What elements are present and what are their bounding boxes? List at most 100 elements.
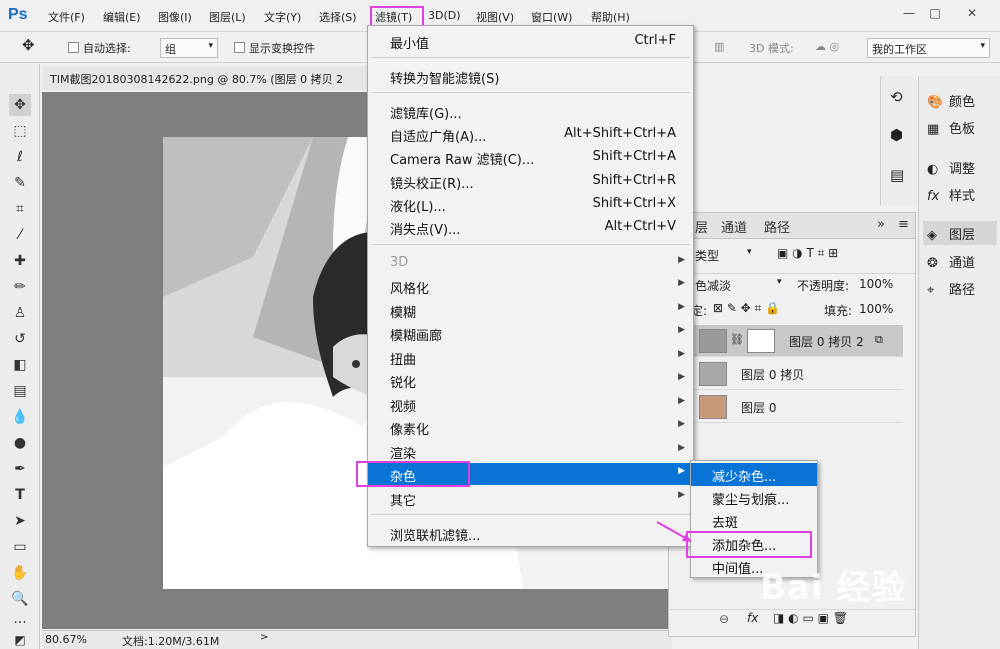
menu-item-stylize[interactable]: 风格化 ▶	[368, 275, 693, 297]
menu-item-filter-gallery[interactable]: 滤镜库(G)...	[368, 100, 693, 122]
gradient-tool-icon[interactable]: ▤	[9, 380, 31, 402]
auto-select-option[interactable]: 自动选择:	[68, 40, 131, 56]
tab-channels[interactable]: 通道	[721, 217, 747, 236]
auto-select-dropdown[interactable]: 组 ▾	[160, 38, 218, 58]
auto-select-checkbox[interactable]	[68, 42, 79, 53]
menu-image[interactable]: 图像(I)	[158, 9, 192, 25]
menu-item-browse-online[interactable]: 浏览联机滤镜...	[368, 522, 693, 544]
3d-cube-icon[interactable]: ⬢	[890, 126, 903, 144]
menu-layer[interactable]: 图层(L)	[209, 9, 246, 25]
menu-item-sharpen[interactable]: 锐化 ▶	[368, 369, 693, 391]
menu-item-blur[interactable]: 模糊 ▶	[368, 299, 693, 321]
pen-tool-icon[interactable]: ✒	[9, 458, 31, 480]
layer-row[interactable]: 图层 0	[669, 391, 903, 423]
quick-select-tool-icon[interactable]: ✎	[9, 172, 31, 194]
history-icon[interactable]: ⟲	[890, 88, 903, 106]
rectangle-tool-icon[interactable]: ▭	[9, 536, 31, 558]
close-button[interactable]: ✕	[958, 3, 986, 23]
menu-item-blur-gallery[interactable]: 模糊画廊 ▶	[368, 322, 693, 344]
menu-view[interactable]: 视图(V)	[476, 9, 514, 25]
menu-item-adaptive-wide[interactable]: 自适应广角(A)... Alt+Shift+Ctrl+A	[368, 123, 693, 145]
menu-item-minimum[interactable]: 最小值 Ctrl+F	[368, 30, 693, 52]
menu-help[interactable]: 帮助(H)	[591, 9, 630, 25]
menu-item-video[interactable]: 视频 ▶	[368, 393, 693, 415]
menu-item-despeckle[interactable]: 去斑	[691, 509, 817, 532]
panel-color[interactable]: 🎨 颜色	[923, 88, 997, 112]
tab-layers[interactable]: 层	[695, 217, 708, 236]
lasso-tool-icon[interactable]: ℓ	[9, 146, 31, 168]
path-select-icon[interactable]: ➤	[9, 510, 31, 532]
menu-item-render[interactable]: 渲染 ▶	[368, 440, 693, 462]
marquee-tool-icon[interactable]: ⬚	[9, 120, 31, 142]
filter-icons[interactable]: ▣ ◑ T ⌗ ⊞	[777, 246, 838, 261]
menu-item-distort[interactable]: 扭曲 ▶	[368, 346, 693, 368]
panel-channels[interactable]: ❂ 通道	[923, 249, 997, 273]
link-layers-icon[interactable]: ⊖	[719, 612, 729, 626]
menu-file[interactable]: 文件(F)	[48, 9, 85, 25]
healing-brush-icon[interactable]: ✚	[9, 250, 31, 272]
hand-tool-icon[interactable]: ✋	[9, 562, 31, 584]
zoom-tool-icon[interactable]: 🔍	[9, 588, 31, 610]
layer-name[interactable]: 图层 0 拷贝 2	[789, 333, 864, 350]
menu-item-pixelate[interactable]: 像素化 ▶	[368, 416, 693, 438]
menu-window[interactable]: 窗口(W)	[531, 9, 572, 25]
type-tool-icon[interactable]: T	[9, 484, 31, 506]
brush-tool-icon[interactable]: ✏	[9, 276, 31, 298]
layer-row[interactable]: 图层 0 拷贝	[669, 358, 903, 390]
tab-paths[interactable]: 路径	[764, 217, 790, 236]
fx-icon[interactable]: fx	[747, 611, 758, 625]
panel-paths[interactable]: ⌖ 路径	[923, 276, 997, 300]
layer-name[interactable]: 图层 0 拷贝	[741, 366, 804, 383]
panel-layers[interactable]: ◈ 图层	[923, 221, 997, 245]
status-arrow-icon[interactable]: >	[260, 632, 268, 643]
document-tab[interactable]: TIM截图20180308142622.png @ 80.7% (图层 0 拷贝…	[42, 66, 372, 90]
menu-item-dust-scratches[interactable]: 蒙尘与划痕...	[691, 486, 817, 509]
history-brush-icon[interactable]: ↺	[9, 328, 31, 350]
menu-edit[interactable]: 编辑(E)	[103, 9, 141, 25]
layer-name[interactable]: 图层 0	[741, 399, 776, 416]
footer-icons[interactable]: ◨ ◐ ▭ ▣ 🗑	[773, 611, 848, 625]
opacity-value[interactable]: 100%	[859, 277, 893, 291]
collapse-icon[interactable]: »	[877, 217, 885, 232]
menu-item-liquify[interactable]: 液化(L)... Shift+Ctrl+X	[368, 193, 693, 215]
menu-item-vanishing-point[interactable]: 消失点(V)... Alt+Ctrl+V	[368, 216, 693, 238]
menu-select[interactable]: 选择(S)	[319, 9, 357, 25]
menu-item-reduce-noise[interactable]: 减少杂色...	[691, 463, 817, 486]
maximize-button[interactable]: □	[921, 3, 949, 23]
3d-orbit-icon[interactable]: ☁ ◎	[815, 40, 839, 53]
panel-styles[interactable]: fx 样式	[923, 182, 997, 206]
color-swatch-icon[interactable]: ◩	[9, 629, 31, 649]
fill-value[interactable]: 100%	[859, 302, 893, 316]
zoom-level[interactable]: 80.67%	[45, 633, 87, 646]
menu-type[interactable]: 文字(Y)	[264, 9, 301, 25]
menu-item-convert-smart[interactable]: 转换为智能滤镜(S)	[368, 65, 693, 87]
menu-item-camera-raw[interactable]: Camera Raw 滤镜(C)... Shift+Ctrl+A	[368, 146, 693, 168]
panel-swatches[interactable]: ▦ 色板	[923, 115, 997, 139]
eraser-tool-icon[interactable]: ◧	[9, 354, 31, 376]
properties-icon[interactable]: ▤	[890, 166, 904, 184]
move-tool-icon[interactable]: ✥	[22, 36, 35, 54]
dodge-tool-icon[interactable]: ●	[9, 432, 31, 454]
chevron-down-icon[interactable]: ▾	[777, 277, 782, 287]
panel-adjustments[interactable]: ◐ 调整	[923, 155, 997, 179]
minimize-button[interactable]: —	[895, 3, 923, 23]
chevron-down-icon[interactable]: ▾	[747, 247, 752, 257]
show-transform-checkbox[interactable]	[234, 42, 245, 53]
align-icons[interactable]: ▥	[714, 40, 724, 53]
lock-icons[interactable]: ⊠ ✎ ✥ ⌗ 🔒	[713, 301, 780, 316]
filter-kind[interactable]: 类型	[695, 247, 719, 264]
crop-tool-icon[interactable]: ⌗	[9, 198, 31, 220]
blur-tool-icon[interactable]: 💧	[9, 406, 31, 428]
eyedropper-tool-icon[interactable]: ⁄	[9, 224, 31, 246]
blend-mode[interactable]: 色减淡	[695, 277, 731, 294]
menu-item-other[interactable]: 其它 ▶	[368, 487, 693, 509]
menu-3d[interactable]: 3D(D)	[428, 9, 461, 22]
move-tool-icon[interactable]: ✥	[9, 94, 31, 116]
stamp-tool-icon[interactable]: ♙	[9, 302, 31, 324]
layer-row[interactable]: ⛓ 图层 0 拷贝 2 ⧉	[669, 325, 903, 357]
workspace-dropdown[interactable]: 我的工作区 ▾	[867, 38, 990, 58]
panel-menu-icon[interactable]: ≡	[898, 217, 909, 232]
menu-item-lens-correction[interactable]: 镜头校正(R)... Shift+Ctrl+R	[368, 170, 693, 192]
layer-mask-thumbnail[interactable]	[747, 329, 775, 353]
show-transform-option[interactable]: 显示变换控件	[234, 40, 315, 56]
